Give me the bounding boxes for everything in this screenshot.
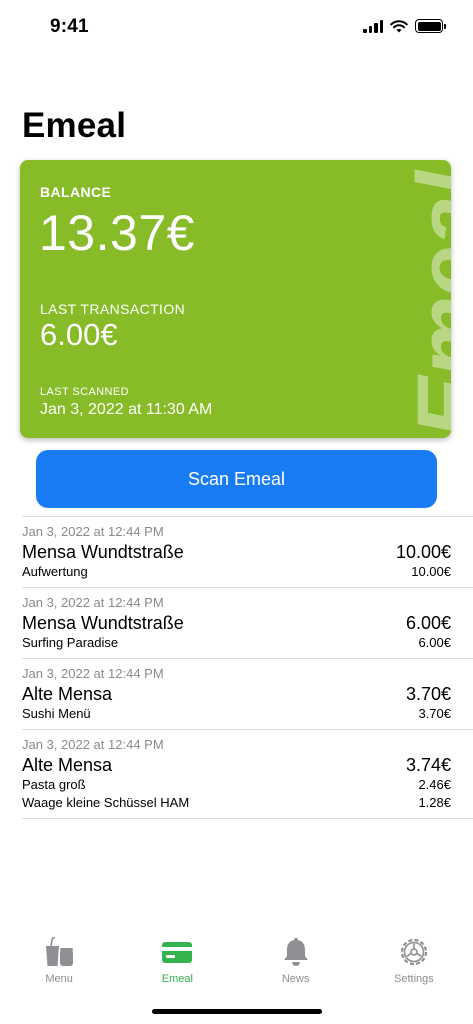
card-icon <box>159 937 195 967</box>
tab-news[interactable]: News <box>237 925 355 995</box>
last-transaction-label: LAST TRANSACTION <box>40 301 186 317</box>
page-title: Emeal <box>22 106 127 145</box>
transaction-total: 6.00€ <box>405 613 451 633</box>
transaction-date: Jan 3, 2022 at 12:44 PM <box>22 524 164 539</box>
scan-emeal-button[interactable]: Scan Emeal <box>36 450 437 508</box>
bell-icon <box>278 937 314 967</box>
transaction-date: Jan 3, 2022 at 12:44 PM <box>22 595 164 610</box>
transaction-line: Waage kleine Schüssel HAM 1.28€ <box>22 794 451 812</box>
tab-label: Emeal <box>161 973 193 985</box>
menu-food-icon <box>41 937 77 967</box>
transaction-total: 3.70€ <box>405 684 451 704</box>
line-item-name: Pasta groß <box>22 777 86 792</box>
balance-card: Emeal BALANCE 13.37€ LAST TRANSACTION 6.… <box>20 160 451 438</box>
transaction-item[interactable]: Jan 3, 2022 at 12:44 PM Alte Mensa 3.74€… <box>22 729 473 819</box>
status-time: 9:41 <box>50 16 89 37</box>
cellular-signal-icon <box>363 19 383 33</box>
transaction-date: Jan 3, 2022 at 12:44 PM <box>22 666 164 681</box>
transaction-item[interactable]: Jan 3, 2022 at 12:44 PM Alte Mensa 3.70€… <box>22 658 473 729</box>
transaction-place: Alte Mensa <box>22 684 113 704</box>
tab-menu[interactable]: Menu <box>0 925 118 995</box>
line-item-amount: 10.00€ <box>411 564 451 579</box>
balance-label: BALANCE <box>40 184 112 200</box>
tab-label: Settings <box>394 973 434 985</box>
battery-icon <box>415 19 446 33</box>
transaction-date: Jan 3, 2022 at 12:44 PM <box>22 737 164 752</box>
status-icons <box>363 19 446 33</box>
gear-icon <box>396 937 432 967</box>
home-indicator <box>152 1009 322 1014</box>
line-item-amount: 1.28€ <box>418 795 451 810</box>
last-scanned-label: LAST SCANNED <box>40 386 129 398</box>
line-item-name: Waage kleine Schüssel HAM <box>22 795 190 810</box>
transaction-total: 3.74€ <box>405 755 451 775</box>
status-bar: 9:41 <box>0 0 473 54</box>
line-item-name: Surfing Paradise <box>22 635 119 650</box>
transaction-line: Pasta groß 2.46€ <box>22 776 451 794</box>
transaction-line: Sushi Menü 3.70€ <box>22 705 451 723</box>
transaction-place: Mensa Wundtstraße <box>22 542 184 562</box>
transaction-place: Mensa Wundtstraße <box>22 613 184 633</box>
transaction-total: 10.00€ <box>395 542 451 562</box>
line-item-name: Aufwertung <box>22 564 88 579</box>
tab-emeal[interactable]: Emeal <box>118 925 236 995</box>
transaction-list: Jan 3, 2022 at 12:44 PM Mensa Wundtstraß… <box>22 516 473 819</box>
transaction-item[interactable]: Jan 3, 2022 at 12:44 PM Mensa Wundtstraß… <box>22 516 473 587</box>
tab-bar: Menu Emeal News Settings <box>0 925 473 995</box>
tab-label: Menu <box>45 973 73 985</box>
tab-settings[interactable]: Settings <box>355 925 473 995</box>
card-brand-watermark: Emeal <box>399 171 451 438</box>
balance-value: 13.37€ <box>39 205 195 261</box>
line-item-amount: 3.70€ <box>418 706 451 721</box>
line-item-name: Sushi Menü <box>22 706 91 721</box>
tab-label: News <box>281 973 310 985</box>
line-item-amount: 2.46€ <box>418 777 451 792</box>
last-transaction-value: 6.00€ <box>40 317 118 352</box>
transaction-item[interactable]: Jan 3, 2022 at 12:44 PM Mensa Wundtstraß… <box>22 587 473 658</box>
transaction-line: Surfing Paradise 6.00€ <box>22 634 451 652</box>
wifi-icon <box>390 19 408 32</box>
transaction-place: Alte Mensa <box>22 755 113 775</box>
transaction-line: Aufwertung 10.00€ <box>22 563 451 581</box>
last-scanned-value: Jan 3, 2022 at 11:30 AM <box>40 401 213 418</box>
line-item-amount: 6.00€ <box>418 635 451 650</box>
